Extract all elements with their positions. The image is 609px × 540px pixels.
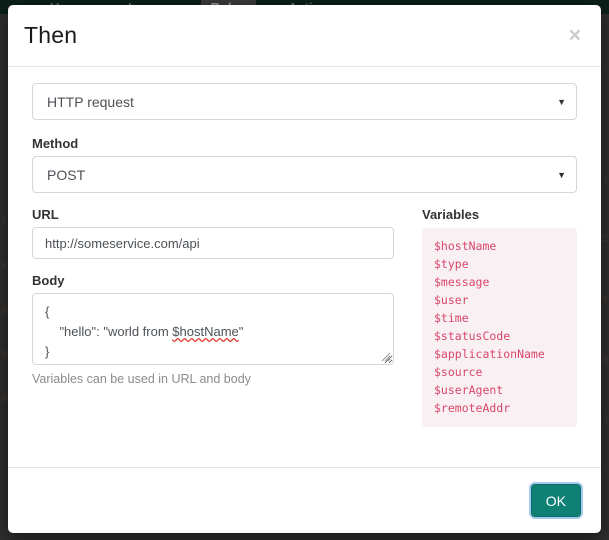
method-value: POST [47,166,86,183]
background-text-fragment: g [2,304,8,315]
variables-title: Variables [422,207,480,222]
form-columns: URL Body { "hello": "world from $hostNam… [32,207,577,427]
form-left-column: URL Body { "hello": "world from $hostNam… [32,207,394,427]
variable-item: $applicationName [434,347,545,361]
body-line-2-suffix: " [238,324,244,340]
dialog-footer: OK [8,467,601,533]
chevron-down-icon: ▼ [557,96,566,107]
action-type-select[interactable]: HTTP request ▼ [32,83,577,120]
variable-item: $hostName [434,239,497,253]
dialog-title: Then [24,22,78,48]
method-label: Method [32,136,79,151]
variable-item: $statusCode [434,329,511,343]
url-label: URL [32,207,59,222]
ok-button[interactable]: OK [530,484,581,517]
background-text-fragment: e [602,294,608,305]
background-text-fragment: g [2,348,8,359]
variable-item: $source [434,365,483,379]
variable-item: $remoteAddr [434,401,511,415]
body-field-wrapper: { "hello": "world from $hostName" } [32,293,394,365]
body-line-1: { [45,304,50,319]
background-text-fragment: t [2,216,5,227]
background-text-fragment: C [600,234,608,245]
variables-hint: Variables can be used in URL and body [32,372,251,386]
background-text-fragment: g [2,392,8,403]
body-line-2-prefix: "hello": "world from [45,324,173,340]
body-line-3: } [45,344,50,360]
background-right-text: / C e b t [601,150,608,450]
url-input[interactable] [32,227,394,259]
variable-item: $type [434,257,469,271]
form-right-column: Variables $hostName $type $message $user… [422,207,577,427]
body-textarea[interactable]: { "hello": "world from $hostName" } [32,293,394,365]
variable-item: $time [434,311,469,325]
chevron-down-icon: ▼ [557,169,566,180]
dialog-body: HTTP request ▼ Method POST ▼ URL Body { … [8,67,601,467]
background-left-text: t e g g g [2,200,8,420]
background-text-fragment: t [605,414,608,425]
background-text-fragment: e [2,260,8,271]
background-text-fragment: / [605,174,608,185]
body-variable-token: $hostName [172,324,239,340]
variables-panel: $hostName $type $message $user $time $st… [422,228,577,427]
variable-item: $message [434,275,490,289]
variable-item: $userAgent [434,383,504,397]
background-text-fragment: b [602,354,608,365]
close-icon[interactable]: × [565,23,585,48]
action-type-value: HTTP request [47,93,134,110]
dialog-header: Then × [8,5,601,67]
method-select[interactable]: POST ▼ [32,156,577,193]
then-action-dialog: Then × HTTP request ▼ Method POST ▼ URL … [8,5,601,533]
variable-item: $user [434,293,469,307]
body-label: Body [32,273,65,288]
